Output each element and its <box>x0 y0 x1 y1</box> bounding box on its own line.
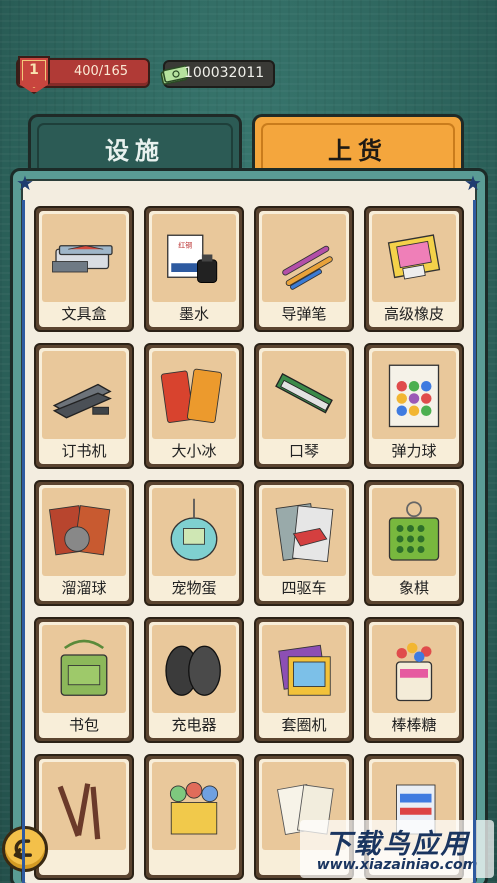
item-label: 书包 <box>68 716 99 734</box>
item-card-inner: 四驱车 <box>259 485 349 601</box>
item-label: 宠物蛋 <box>171 579 217 597</box>
pencils-icon <box>42 762 126 850</box>
money-amount: 100032011 <box>184 65 265 81</box>
item-label: 充电器 <box>171 716 217 734</box>
item-card-inner: 高级橡皮 <box>369 211 459 327</box>
item-card[interactable]: 弹力球 <box>364 343 464 469</box>
item-card[interactable]: 溜溜球 <box>34 480 134 606</box>
item-card[interactable]: 订书机 <box>34 343 134 469</box>
charger-icon <box>152 625 236 713</box>
figurines-icon <box>152 762 236 850</box>
item-card-inner: 导弹笔 <box>259 211 349 327</box>
stapler-icon <box>42 351 126 439</box>
tab-facilities-label: 设施 <box>105 137 165 165</box>
item-card[interactable]: 棒棒糖 <box>364 617 464 743</box>
item-card[interactable]: 口琴 <box>254 343 354 469</box>
item-label: 弹力球 <box>391 442 437 460</box>
item-label: 墨水 <box>178 305 209 323</box>
item-card[interactable]: 高级橡皮 <box>364 206 464 332</box>
item-card-inner: 文具盒 <box>39 211 129 327</box>
pen-icon <box>262 214 346 302</box>
ink-bottle-icon: 红钢 <box>152 214 236 302</box>
item-card[interactable]: 书包 <box>34 617 134 743</box>
item-card-inner: 象棋 <box>369 485 459 601</box>
item-label: 高级橡皮 <box>383 305 444 323</box>
xp-text: 400/165 <box>73 64 128 79</box>
star-icon: ★ <box>16 171 34 195</box>
toy-car-icon <box>262 488 346 576</box>
item-card-inner <box>39 759 129 875</box>
item-label: 文具盒 <box>61 305 107 323</box>
item-card-inner: 大小冰 <box>149 348 239 464</box>
yoyo-icon <box>42 488 126 576</box>
item-label: 口琴 <box>288 442 319 460</box>
item-card[interactable]: 宠物蛋 <box>144 480 244 606</box>
item-card[interactable]: 红钢 墨水 <box>144 206 244 332</box>
back-arrow-icon <box>13 839 32 860</box>
item-label: 象棋 <box>398 579 429 597</box>
eraser-icon <box>372 214 456 302</box>
item-label: 棒棒糖 <box>391 716 437 734</box>
harmonica-icon <box>262 351 346 439</box>
item-label: 大小冰 <box>171 442 217 460</box>
watermark-title: 下载鸟应用 <box>324 829 470 860</box>
item-label: 导弹笔 <box>281 305 327 323</box>
item-card[interactable]: 套圈机 <box>254 617 354 743</box>
item-card[interactable]: 四驱车 <box>254 480 354 606</box>
item-card-inner: 溜溜球 <box>39 485 129 601</box>
item-card[interactable]: 充电器 <box>144 617 244 743</box>
item-card-inner: 宠物蛋 <box>149 485 239 601</box>
item-card-inner: 书包 <box>39 622 129 738</box>
back-button[interactable] <box>2 826 48 872</box>
item-card-inner: 口琴 <box>259 348 349 464</box>
item-label: 订书机 <box>61 442 107 460</box>
item-card-inner: 订书机 <box>39 348 129 464</box>
level-number: 1 <box>29 62 39 78</box>
item-label: 溜溜球 <box>61 579 107 597</box>
item-card-inner: 棒棒糖 <box>369 622 459 738</box>
star-icon: ★ <box>464 171 482 195</box>
panel-border-line <box>22 200 25 883</box>
tamagotchi-icon <box>152 488 236 576</box>
item-card-inner: 弹力球 <box>369 348 459 464</box>
pencil-case-icon <box>42 214 126 302</box>
item-card-inner: 充电器 <box>149 622 239 738</box>
item-card[interactable]: 文具盒 <box>34 206 134 332</box>
tab-facilities[interactable]: 设施 <box>28 114 242 170</box>
school-bag-icon <box>42 625 126 713</box>
item-card[interactable] <box>34 754 134 880</box>
item-card[interactable] <box>144 754 244 880</box>
bouncy-ball-icon <box>372 351 456 439</box>
item-card[interactable]: 大小冰 <box>144 343 244 469</box>
panel-border-line <box>473 200 476 883</box>
svg-text:红钢: 红钢 <box>178 241 192 250</box>
item-card[interactable]: 象棋 <box>364 480 464 606</box>
lollipop-icon <box>372 625 456 713</box>
ring-toss-icon <box>262 625 346 713</box>
item-card-inner <box>149 759 239 875</box>
ice-pop-icon <box>152 351 236 439</box>
item-card-inner: 红钢 墨水 <box>149 211 239 327</box>
tab-stock-label: 上货 <box>328 137 388 165</box>
chess-icon <box>372 488 456 576</box>
item-label: 套圈机 <box>281 716 327 734</box>
tab-stock[interactable]: 上货 <box>252 114 464 170</box>
item-label: 四驱车 <box>281 579 327 597</box>
item-card[interactable]: 导弹笔 <box>254 206 354 332</box>
item-card-inner: 套圈机 <box>259 622 349 738</box>
watermark-url: www.xiazainiao.com <box>316 857 478 873</box>
